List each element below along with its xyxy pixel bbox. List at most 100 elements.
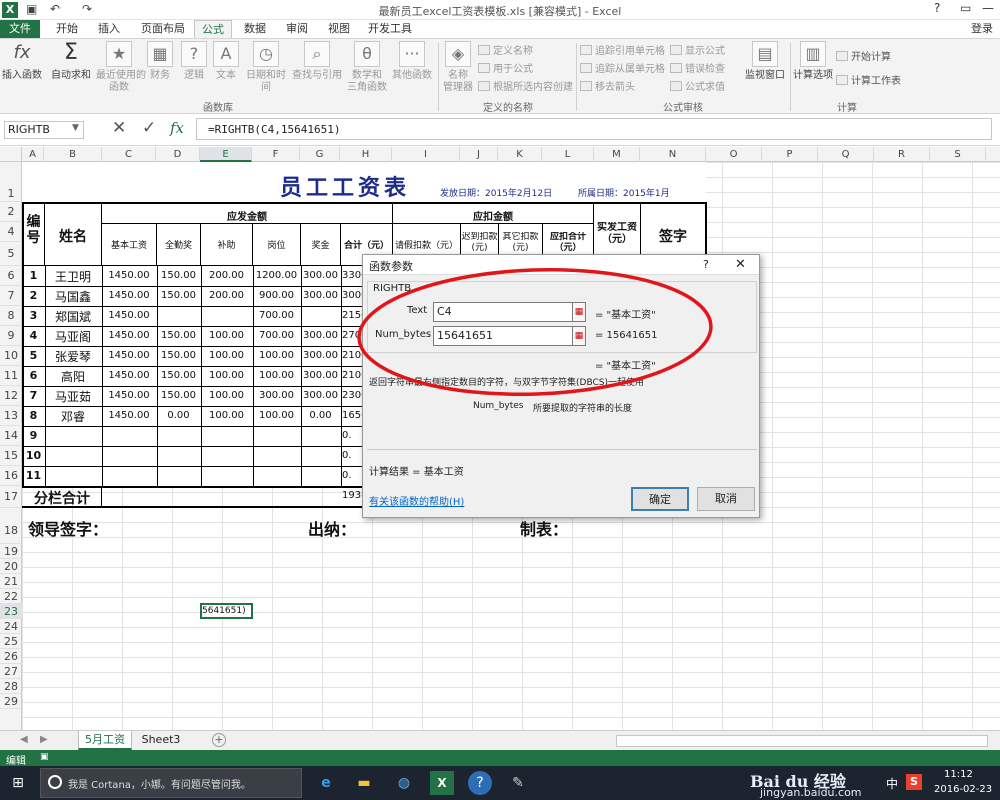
row-header[interactable]: 29: [0, 694, 22, 709]
row-header[interactable]: 17: [0, 486, 22, 508]
help-taskbar-icon[interactable]: ?: [468, 771, 492, 795]
minimize-icon[interactable]: —: [982, 1, 994, 15]
name-manager-button[interactable]: ◈ 名称 管理器: [440, 41, 476, 94]
row-header[interactable]: 16: [0, 466, 22, 486]
row-header[interactable]: 8: [0, 306, 22, 326]
row-header[interactable]: 10: [0, 346, 22, 366]
row-header[interactable]: 21: [0, 574, 22, 589]
text-button[interactable]: A 文本: [212, 41, 240, 82]
insert-function-fx-icon[interactable]: fx: [170, 119, 184, 137]
calc-sheet-button[interactable]: 计算工作表: [836, 75, 901, 88]
tab-insert[interactable]: 插入: [90, 20, 128, 38]
recent-functions-button[interactable]: ★ 最近使用的 函数: [96, 41, 146, 94]
edge-browser-icon[interactable]: e: [314, 771, 338, 795]
row-header[interactable]: 26: [0, 649, 22, 664]
remove-arrows-button[interactable]: 移去箭头: [580, 81, 635, 94]
cancel-x-icon[interactable]: ✕: [112, 118, 126, 138]
column-header[interactable]: I: [392, 147, 460, 162]
column-header[interactable]: D: [156, 147, 200, 162]
row-header[interactable]: 28: [0, 679, 22, 694]
error-checking-button[interactable]: 错误检查: [670, 63, 725, 76]
tab-developer[interactable]: 开发工具: [362, 20, 418, 38]
row-header[interactable]: 19: [0, 544, 22, 559]
macro-record-icon[interactable]: ▣: [40, 752, 49, 762]
row-header[interactable]: 5: [0, 242, 22, 266]
formula-input[interactable]: =RIGHTB(C4,15641651): [208, 123, 340, 136]
math-trig-button[interactable]: θ 数学和 三角函数: [346, 41, 388, 94]
chevron-down-icon[interactable]: ▼: [72, 123, 79, 133]
show-formulas-button[interactable]: 显示公式: [670, 45, 725, 58]
row-header[interactable]: 11: [0, 366, 22, 386]
calc-now-button[interactable]: 开始计算: [836, 51, 891, 64]
use-in-formula-button[interactable]: 用于公式: [478, 63, 533, 76]
column-header[interactable]: A: [22, 147, 44, 162]
column-header[interactable]: F: [252, 147, 300, 162]
column-header[interactable]: H: [340, 147, 392, 162]
tab-home[interactable]: 开始: [48, 20, 86, 38]
date-time-button[interactable]: ◷ 日期和时间: [242, 41, 290, 94]
watch-window-button[interactable]: ▤ 监视窗口: [742, 41, 788, 82]
tab-review[interactable]: 审阅: [278, 20, 316, 38]
excel-taskbar-icon[interactable]: X: [430, 771, 454, 795]
more-functions-button[interactable]: ··· 其他函数: [390, 41, 434, 82]
enter-check-icon[interactable]: ✓: [142, 118, 156, 138]
create-from-selection-button[interactable]: 根据所选内容创建: [478, 81, 573, 94]
row-header[interactable]: 18: [0, 508, 22, 544]
column-header[interactable]: K: [498, 147, 542, 162]
paint-icon[interactable]: ✎: [506, 771, 530, 795]
dialog-close-icon[interactable]: ✕: [735, 257, 746, 272]
row-header[interactable]: 13: [0, 406, 22, 426]
sheet-tab[interactable]: Sheet3: [136, 731, 186, 750]
row-header[interactable]: 1: [0, 162, 22, 202]
column-header[interactable]: P: [762, 147, 818, 162]
column-header[interactable]: C: [102, 147, 156, 162]
insert-function-button[interactable]: fx 插入函数: [2, 41, 42, 82]
help-link[interactable]: 有关该函数的帮助(H): [369, 493, 464, 508]
column-header[interactable]: N: [640, 147, 706, 162]
row-header[interactable]: 25: [0, 634, 22, 649]
tab-view[interactable]: 视图: [320, 20, 358, 38]
horizontal-scrollbar[interactable]: [616, 735, 988, 747]
column-header[interactable]: O: [706, 147, 762, 162]
ime-indicator[interactable]: 中: [886, 775, 898, 792]
next-sheet-icon[interactable]: ▶: [40, 734, 48, 745]
tab-page-layout[interactable]: 页面布局: [134, 20, 192, 38]
column-header[interactable]: E: [200, 147, 252, 162]
lookup-button[interactable]: ⌕ 查找与引用: [292, 41, 342, 82]
tab-file[interactable]: 文件: [0, 20, 40, 38]
restore-icon[interactable]: ▭: [960, 1, 971, 15]
autosum-button[interactable]: Σ 自动求和: [48, 41, 94, 82]
file-explorer-icon[interactable]: ▬: [352, 771, 376, 795]
ok-button[interactable]: 确定: [631, 487, 689, 511]
tab-formulas[interactable]: 公式: [194, 20, 232, 38]
row-header[interactable]: 14: [0, 426, 22, 446]
login-link[interactable]: 登录: [964, 20, 1000, 38]
define-name-button[interactable]: 定义名称: [478, 45, 533, 58]
row-header[interactable]: 24: [0, 619, 22, 634]
row-header[interactable]: 22: [0, 589, 22, 604]
row-header[interactable]: 12: [0, 386, 22, 406]
row-header[interactable]: 27: [0, 664, 22, 679]
prev-sheet-icon[interactable]: ◀: [20, 734, 28, 745]
calc-options-button[interactable]: ▥ 计算选项: [792, 41, 834, 82]
row-header[interactable]: 7: [0, 286, 22, 306]
trace-dependents-button[interactable]: 追踪从属单元格: [580, 63, 665, 76]
row-header[interactable]: 9: [0, 326, 22, 346]
evaluate-formula-button[interactable]: 公式求值: [670, 81, 725, 94]
row-header[interactable]: 20: [0, 559, 22, 574]
column-header[interactable]: B: [44, 147, 102, 162]
sogou-ime-icon[interactable]: S: [906, 774, 922, 790]
cancel-button[interactable]: 取消: [697, 487, 755, 511]
column-header[interactable]: Q: [818, 147, 874, 162]
column-header[interactable]: M: [594, 147, 640, 162]
financial-button[interactable]: ▦ 财务: [146, 41, 174, 82]
select-all-corner[interactable]: [0, 147, 22, 162]
column-header[interactable]: R: [874, 147, 930, 162]
column-header[interactable]: S: [930, 147, 986, 162]
row-header[interactable]: 4: [0, 222, 22, 242]
column-header[interactable]: L: [542, 147, 594, 162]
row-header[interactable]: 23: [0, 604, 22, 619]
row-header[interactable]: 15: [0, 446, 22, 466]
row-header[interactable]: 2: [0, 202, 22, 222]
help-icon[interactable]: ?: [934, 1, 940, 15]
